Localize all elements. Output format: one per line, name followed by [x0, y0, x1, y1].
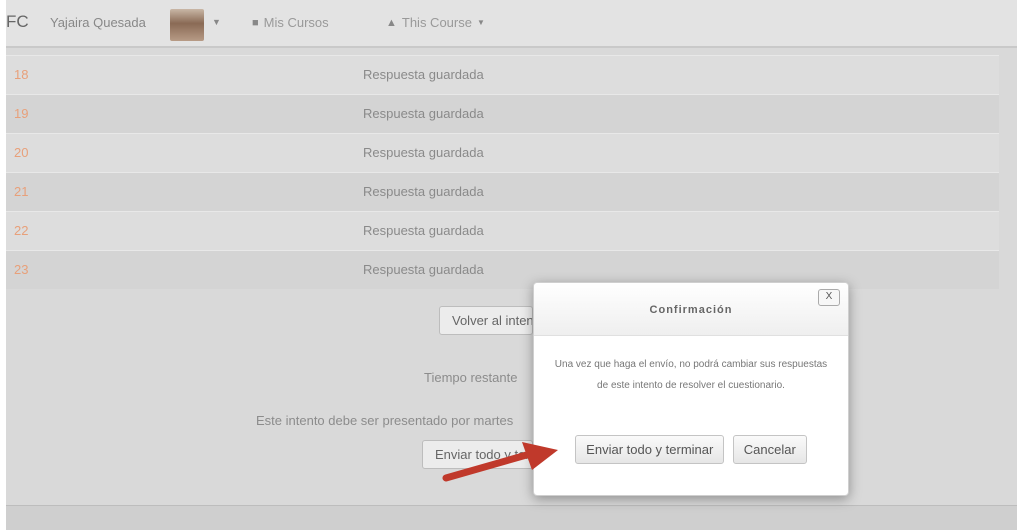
dialog-footer: Enviar todo y terminar Cancelar: [534, 435, 848, 464]
question-number-link[interactable]: 22: [14, 223, 28, 238]
nav-my-courses[interactable]: ■ Mis Cursos: [252, 15, 329, 30]
nav-this-course-label: This Course: [401, 15, 472, 30]
question-status: Respuesta guardada: [363, 67, 484, 82]
table-row: 23 Respuesta guardada: [6, 250, 999, 289]
dialog-header: Confirmación X: [534, 283, 848, 336]
attempt-summary-table: 18 Respuesta guardada 19 Respuesta guard…: [6, 55, 999, 289]
dialog-title: Confirmación: [649, 304, 733, 316]
pointer-arrow-icon: [442, 442, 558, 482]
top-navbar: FC Yajaira Quesada ▼ ■ Mis Cursos ▲ This…: [6, 0, 1017, 48]
question-status: Respuesta guardada: [363, 184, 484, 199]
avatar[interactable]: [170, 9, 204, 41]
time-left-label: Tiempo restante: [424, 370, 518, 385]
question-status: Respuesta guardada: [363, 106, 484, 121]
question-number-link[interactable]: 23: [14, 262, 28, 277]
nav-my-courses-label: Mis Cursos: [263, 15, 329, 30]
table-row: 19 Respuesta guardada: [6, 94, 999, 133]
close-icon[interactable]: X: [818, 289, 840, 306]
table-row: 22 Respuesta guardada: [6, 211, 999, 250]
return-to-attempt-button[interactable]: Volver al intento: [439, 306, 533, 335]
deadline-text: Este intento debe ser presentado por mar…: [256, 413, 514, 428]
question-status: Respuesta guardada: [363, 223, 484, 238]
question-status: Respuesta guardada: [363, 262, 484, 277]
question-number-link[interactable]: 19: [14, 106, 28, 121]
dialog-message: Una vez que haga el envío, no podrá camb…: [554, 359, 828, 391]
question-status: Respuesta guardada: [363, 145, 484, 160]
user-menu-caret-icon[interactable]: ▼: [212, 17, 221, 27]
nav-this-course[interactable]: ▲ This Course ▼: [386, 15, 485, 30]
chevron-down-icon: ▼: [476, 18, 485, 27]
question-number-link[interactable]: 20: [14, 145, 28, 160]
page-footer: [6, 505, 1017, 530]
site-brand[interactable]: FC: [6, 12, 29, 32]
confirm-submit-button[interactable]: Enviar todo y terminar: [575, 435, 725, 464]
question-number-link[interactable]: 21: [14, 184, 28, 199]
table-row: 21 Respuesta guardada: [6, 172, 999, 211]
cancel-button[interactable]: Cancelar: [732, 435, 807, 464]
briefcase-icon: ■: [252, 16, 259, 29]
user-name[interactable]: Yajaira Quesada: [50, 15, 146, 30]
sitemap-icon: ▲: [386, 16, 397, 29]
table-row: 20 Respuesta guardada: [6, 133, 999, 172]
table-row: 18 Respuesta guardada: [6, 55, 999, 94]
question-number-link[interactable]: 18: [14, 67, 28, 82]
confirmation-dialog: Confirmación X Una vez que haga el envío…: [533, 282, 849, 496]
